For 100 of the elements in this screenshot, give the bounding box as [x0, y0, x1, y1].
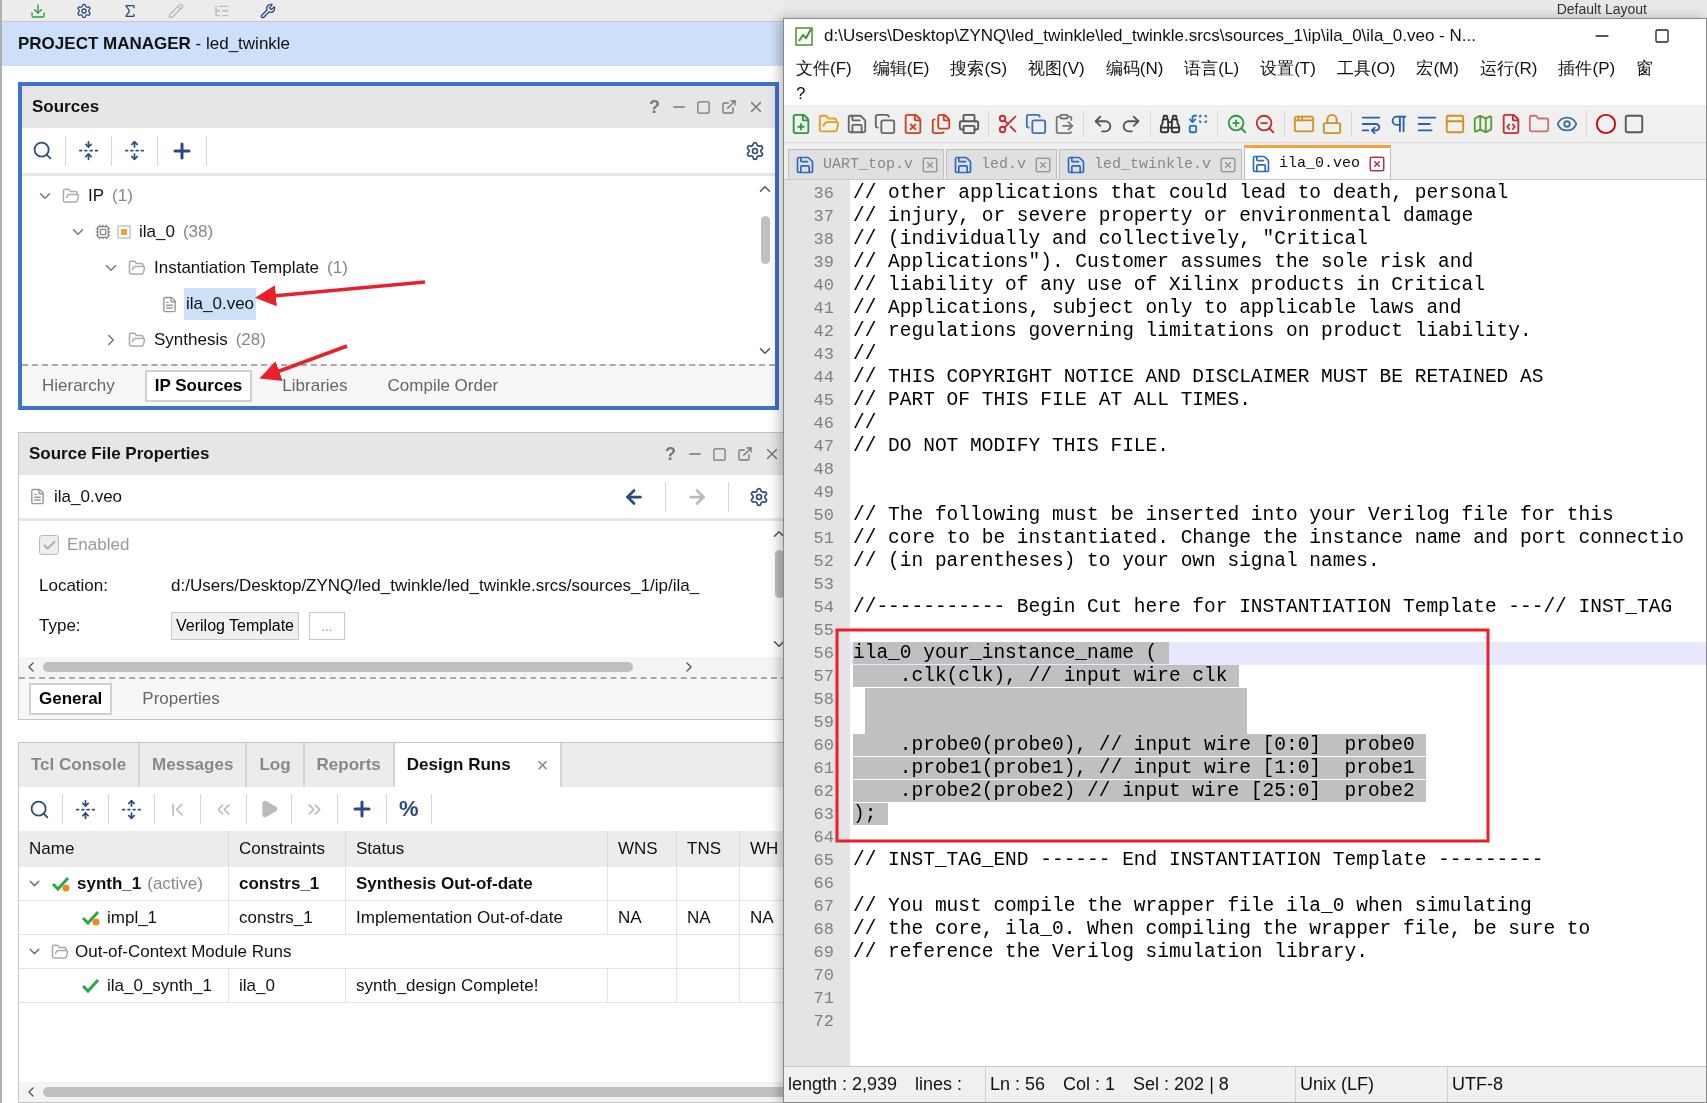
status-text: UTF-8	[1452, 1074, 1503, 1095]
folder-icon	[128, 259, 146, 277]
save-icon	[795, 154, 815, 175]
expand-all-icon[interactable]	[121, 798, 142, 820]
folder-icon[interactable]	[1528, 112, 1550, 135]
tree-item[interactable]: ila_0	[137, 216, 177, 248]
line-number: 63	[812, 804, 835, 826]
column-header[interactable]: WNS	[618, 839, 658, 859]
menu-item[interactable]: 设置(T)	[1260, 56, 1316, 80]
wrench-icon[interactable]	[260, 2, 276, 19]
tab[interactable]: Design Runs ×	[394, 743, 563, 787]
menu-item[interactable]: 编辑(E)	[872, 56, 930, 80]
menu-item[interactable]: ?	[796, 84, 806, 104]
run-name: synth_1	[77, 873, 142, 894]
tab[interactable]: Libraries	[272, 370, 358, 402]
line-number: 50	[812, 505, 835, 527]
expand-all-icon[interactable]	[124, 140, 145, 161]
tab[interactable]: Hierarchy	[32, 370, 125, 402]
line-number: 64	[812, 827, 835, 849]
menu-item[interactable]: 插件(P)	[1558, 56, 1616, 80]
tab[interactable]: IP Sources	[144, 370, 253, 402]
column-header[interactable]: Status	[356, 839, 405, 859]
menu-item[interactable]: 运行(R)	[1479, 56, 1538, 80]
tree-item[interactable]: Instantiation Template	[152, 252, 322, 284]
close-file-icon[interactable]	[902, 112, 924, 135]
sigma-icon[interactable]	[122, 2, 138, 19]
tab[interactable]: Properties	[132, 683, 230, 715]
close-tab-button[interactable]: ×	[536, 753, 549, 777]
line-number: 69	[812, 942, 835, 964]
line-number: 48	[812, 459, 835, 481]
close-icon[interactable]	[1368, 154, 1387, 173]
binoculars-icon[interactable]	[1159, 112, 1181, 135]
download-icon[interactable]	[30, 2, 46, 19]
tree-item[interactable]: ila_0.veo	[184, 288, 257, 320]
zoom-in-icon[interactable]	[1226, 112, 1248, 135]
menu-item[interactable]: 宏(M)	[1416, 56, 1459, 80]
scrollbar-thumb[interactable]	[760, 216, 770, 264]
stop-icon[interactable]	[1623, 112, 1645, 135]
paste-icon[interactable]	[1053, 112, 1075, 135]
tab[interactable]: Compile Order	[377, 370, 509, 402]
column-header[interactable]: WH	[750, 839, 779, 859]
code-line: // regulations governing limitations on product liability.	[853, 320, 1532, 342]
menu-item[interactable]: 文件(F)	[796, 56, 852, 80]
float-icon[interactable]	[737, 446, 753, 462]
code-line: // core to be instantiated. Change the instance name and port connectio	[853, 527, 1684, 549]
zoom-out-icon[interactable]	[1254, 112, 1276, 135]
scrollbar-thumb[interactable]	[43, 662, 633, 672]
help-button[interactable]: ?	[649, 96, 660, 118]
menu-item[interactable]: 窗	[1636, 56, 1654, 80]
line-number: 60	[812, 735, 835, 757]
lock-icon[interactable]	[1321, 112, 1343, 135]
collapse-all-icon[interactable]	[78, 140, 99, 161]
save-icon	[1066, 154, 1087, 175]
settings-icon[interactable]	[745, 140, 765, 161]
settings-icon[interactable]	[76, 2, 92, 19]
tree-item[interactable]: IP	[86, 180, 107, 212]
maximize-icon[interactable]	[1654, 28, 1670, 44]
search-icon[interactable]	[32, 140, 53, 161]
menu-item[interactable]: 编码(N)	[1105, 56, 1164, 80]
scrollbar-thumb[interactable]	[43, 1087, 783, 1097]
help-button[interactable]: ?	[665, 443, 676, 465]
tab[interactable]: General	[29, 683, 113, 715]
save-icon[interactable]	[846, 112, 868, 135]
search-icon[interactable]	[29, 798, 50, 820]
item-count: (28)	[235, 330, 266, 350]
panel-icon[interactable]	[1444, 112, 1466, 135]
function-list-icon[interactable]	[1500, 112, 1522, 135]
folder-icon	[128, 331, 146, 349]
column-header[interactable]: Name	[29, 839, 75, 859]
menu-item[interactable]: 视图(V)	[1028, 56, 1085, 80]
copy-icon[interactable]	[1025, 112, 1047, 135]
record-icon[interactable]	[1595, 112, 1617, 135]
item-count: (1)	[327, 258, 348, 278]
status-text: Ln : 56	[990, 1074, 1046, 1095]
type-button[interactable]: Verilog Template	[171, 612, 299, 640]
map-icon[interactable]	[1472, 112, 1494, 135]
scrollbar-thumb[interactable]	[774, 550, 783, 598]
replace-icon[interactable]	[1187, 112, 1209, 135]
line-number: 39	[812, 252, 835, 274]
column-header[interactable]: TNS	[687, 839, 721, 859]
menu-item[interactable]: 语言(L)	[1184, 56, 1240, 80]
line-number: 57	[812, 666, 835, 688]
column-header[interactable]: Constraints	[239, 839, 325, 859]
code-line: // (in parentheses) to your own signal names.	[853, 550, 1380, 572]
menu-item[interactable]: 搜索(S)	[950, 56, 1008, 80]
new-file-icon[interactable]	[790, 112, 812, 135]
percent-button[interactable]: %	[399, 796, 419, 822]
collapse-all-icon[interactable]	[75, 798, 96, 820]
settings-icon[interactable]	[749, 486, 769, 507]
tree-item[interactable]: Synthesis	[152, 324, 230, 356]
printer-icon[interactable]	[958, 112, 980, 135]
menu-item[interactable]: 工具(O)	[1336, 56, 1396, 80]
field-label: Type:	[39, 616, 82, 636]
scissors-icon[interactable]	[997, 112, 1019, 135]
table-cell: Implementation Out-of-date	[356, 907, 563, 928]
code-line: //----------- Begin Cut here for INSTANTIATION Template ---// INST_TAG	[853, 596, 1673, 618]
float-icon[interactable]	[721, 99, 737, 115]
status-text: Col : 1	[1063, 1074, 1116, 1095]
file-tab[interactable]: ila_0.veo	[1244, 145, 1392, 179]
layout-label: Default Layout	[1556, 1, 1647, 17]
